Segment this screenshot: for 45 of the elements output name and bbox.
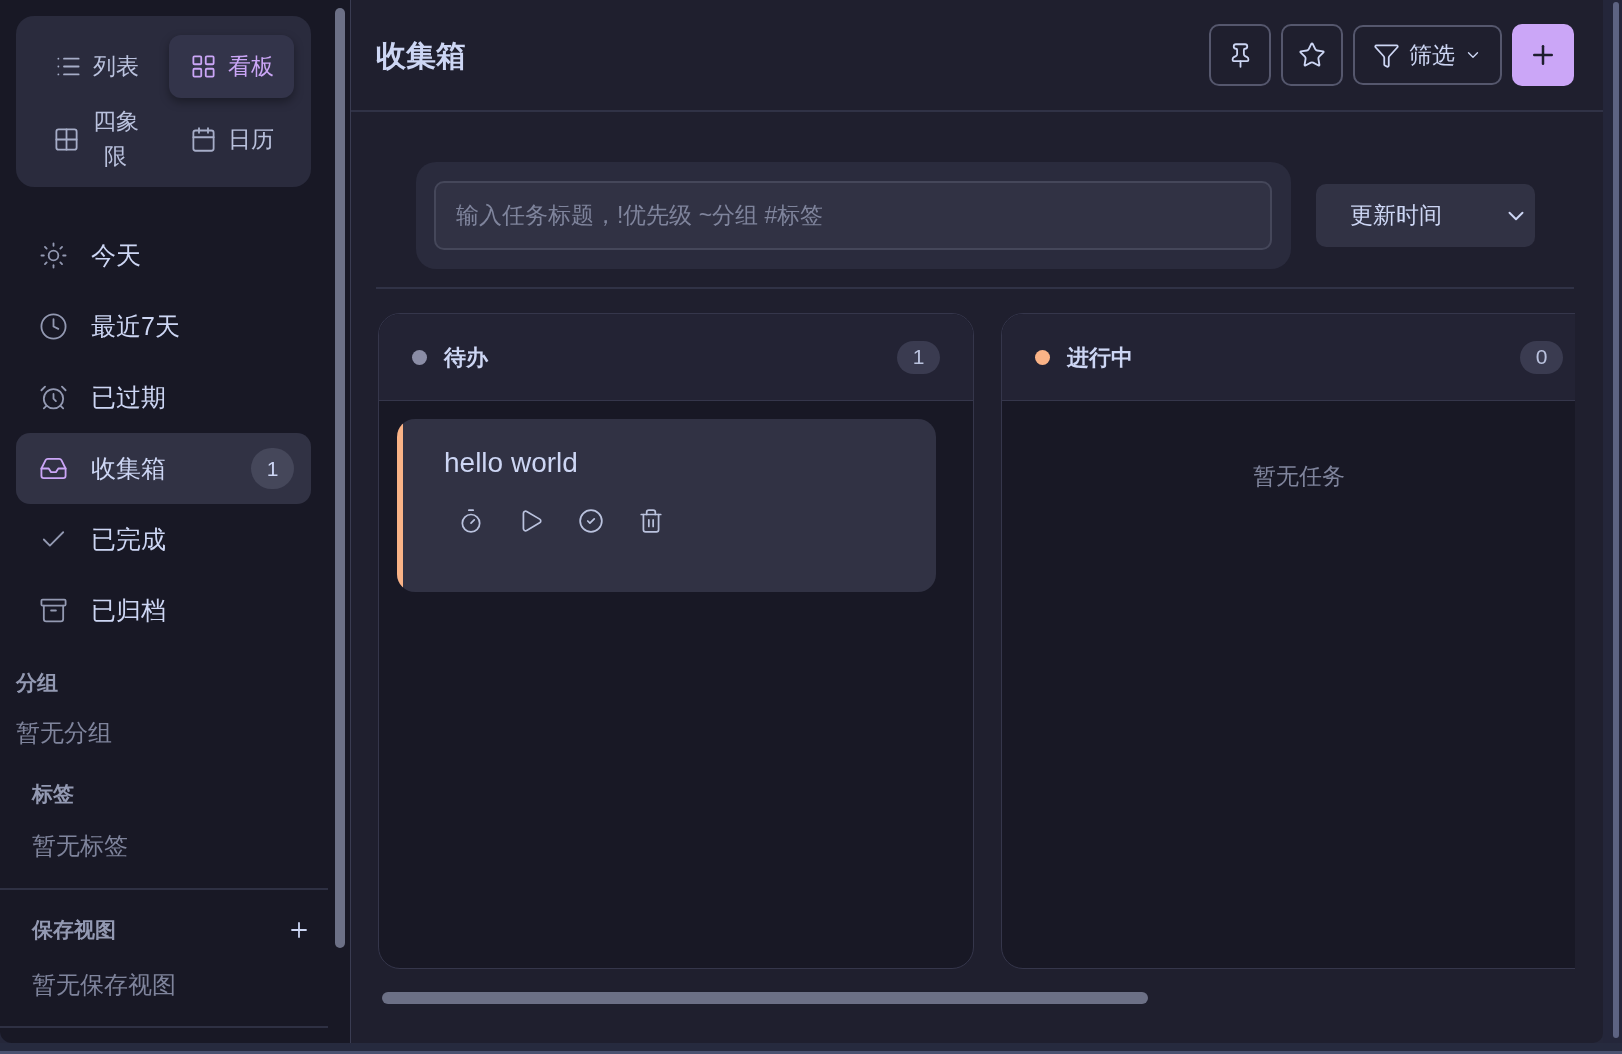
sidebar-nav-item[interactable]: 收集箱 1 — [16, 433, 311, 504]
alarm-clock-icon — [39, 383, 68, 412]
clock-icon — [39, 312, 68, 341]
pin-button[interactable] — [1209, 24, 1271, 86]
trash-icon[interactable] — [638, 508, 664, 534]
empty-state-text: 暂无标签 — [32, 831, 128, 861]
sidebar-nav-item[interactable]: 最近7天 — [16, 291, 311, 362]
column-title: 待办 — [444, 343, 488, 372]
column-title: 进行中 — [1067, 343, 1133, 372]
section-heading: 分组 — [16, 670, 58, 696]
star-button[interactable] — [1281, 24, 1343, 86]
filter-icon — [1373, 41, 1400, 69]
scrollbar-thumb[interactable] — [1613, 2, 1619, 1038]
filter-button[interactable]: 筛选 — [1353, 25, 1502, 85]
count-badge: 1 — [251, 448, 294, 489]
empty-state-text: 暂无保存视图 — [32, 970, 176, 1000]
task-card[interactable]: hello world — [397, 419, 936, 592]
sidebar-nav-item[interactable]: 已完成 — [16, 504, 311, 575]
grid-square-icon — [52, 125, 80, 153]
check-circle-icon[interactable] — [578, 508, 604, 534]
task-title: hello world — [444, 446, 578, 480]
sidebar-nav-item[interactable]: 今天 — [16, 220, 311, 291]
sidebar-nav-item[interactable]: 已过期 — [16, 362, 311, 433]
task-title-input[interactable]: 输入任务标题，!优先级 ~分组 #标签 — [434, 181, 1272, 250]
empty-state-text: 暂无任务 — [1253, 462, 1345, 491]
section-heading: 保存视图 — [32, 917, 116, 943]
view-tab[interactable]: 列表 — [34, 35, 159, 98]
calendar-icon — [189, 125, 217, 153]
sort-dropdown[interactable]: 更新时间 — [1316, 184, 1535, 247]
view-tab[interactable]: 看板 — [169, 35, 294, 98]
empty-state-text: 暂无分组 — [16, 718, 112, 748]
page-title: 收集箱 — [376, 37, 466, 74]
grid-icon — [189, 53, 217, 80]
view-tab[interactable]: 四象限 — [34, 104, 159, 174]
section-heading: 标签 — [32, 781, 74, 807]
view-tab[interactable]: 日历 — [169, 104, 294, 174]
archive-box-icon — [39, 596, 68, 625]
scrollbar-thumb[interactable] — [382, 992, 1148, 1004]
sidebar-nav-item[interactable]: 已归档 — [16, 575, 311, 646]
count-badge: 1 — [897, 340, 940, 374]
scrollbar-thumb[interactable] — [335, 8, 345, 948]
star-icon — [1298, 41, 1326, 69]
add-button[interactable] — [1512, 24, 1574, 86]
sun-icon — [39, 241, 68, 270]
count-badge: 0 — [1520, 340, 1563, 374]
